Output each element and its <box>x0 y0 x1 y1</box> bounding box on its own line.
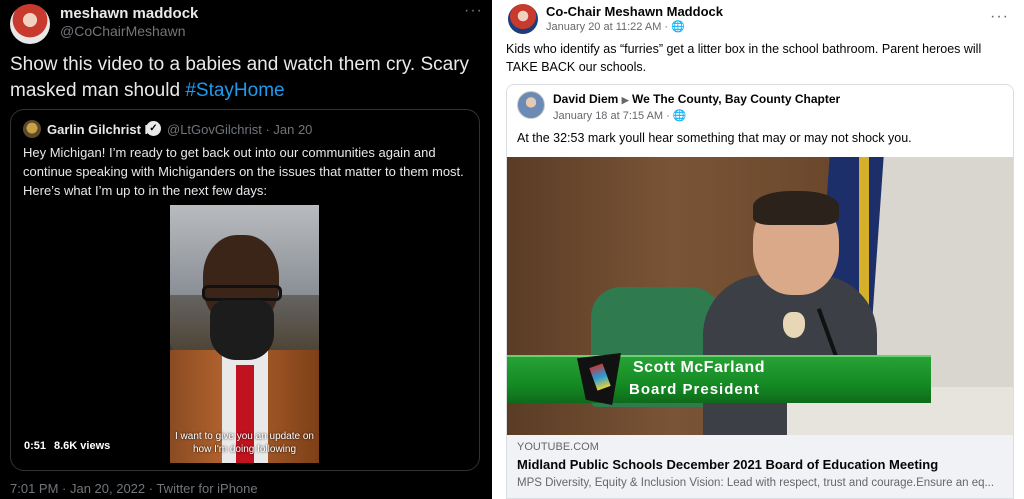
tweet-author-avatar[interactable] <box>10 4 50 44</box>
quoted-author-avatar[interactable] <box>23 120 41 138</box>
link-title[interactable]: Midland Public Schools December 2021 Boa… <box>517 457 938 472</box>
tweet-text: Show this video to a babies and watch th… <box>10 52 480 104</box>
video-glasses <box>202 285 282 301</box>
tweet-timestamp[interactable]: 7:01 PM · Jan 20, 2022 · Twitter for iPh… <box>10 481 258 496</box>
video-thumbnail[interactable]: Scott McFarland Board President <box>507 157 1013 435</box>
shared-post[interactable]: David Diem ▶ We The County, Bay County C… <box>506 84 1014 499</box>
arrow-right-icon: ▶ <box>621 95 629 105</box>
post-author-avatar[interactable] <box>508 4 538 34</box>
video-face-mask <box>210 300 274 360</box>
tweet-author-name[interactable]: meshawn maddock <box>60 5 198 22</box>
tweet-author-handle[interactable]: @CoChairMeshawn <box>60 23 185 39</box>
twitter-post: meshawn maddock @CoChairMeshawn ··· Show… <box>0 0 492 499</box>
link-preview[interactable]: YOUTUBE.COM Midland Public Schools Decem… <box>507 435 1013 498</box>
video-view-count: 8.6K views <box>54 440 111 452</box>
link-description: MPS Diversity, Equity & Inclusion Vision… <box>517 477 995 489</box>
more-options-icon[interactable]: ··· <box>464 2 483 20</box>
shared-post-date[interactable]: January 18 at 7:15 AM · 🌐 <box>553 109 687 122</box>
shared-author-name[interactable]: David Diem <box>553 92 618 106</box>
quoted-author-name[interactable]: Garlin Gilchrist II <box>47 122 152 137</box>
shared-post-text: At the 32:53 mark youll hear something t… <box>517 131 912 145</box>
post-date[interactable]: January 20 at 11:22 AM · 🌐 <box>546 20 685 33</box>
post-author-name[interactable]: Co-Chair Meshawn Maddock <box>546 4 723 19</box>
thumbnail-person-hair <box>753 191 839 225</box>
hashtag-link[interactable]: #StayHome <box>185 80 284 101</box>
verified-badge-icon: ✓ <box>146 121 161 136</box>
video-caption: I want to give you an update on how I'm … <box>175 431 314 455</box>
quoted-tweet-text: Hey Michigan! I’m ready to get back out … <box>23 145 464 198</box>
quoted-author-meta: @LtGovGilchrist · Jan 20 <box>167 122 313 137</box>
lower-third-title: Board President <box>629 381 760 398</box>
video-player[interactable]: I want to give you an update on how I'm … <box>170 205 319 463</box>
shared-author-line: David Diem ▶ We The County, Bay County C… <box>553 92 840 106</box>
video-duration: 0:51 <box>24 440 47 452</box>
lower-third-name: Scott McFarland <box>633 359 765 376</box>
thumbnail-shirt-logo <box>783 312 805 338</box>
more-options-icon[interactable]: ··· <box>990 8 1009 26</box>
facebook-post: Co-Chair Meshawn Maddock January 20 at 1… <box>496 0 1024 499</box>
shared-author-avatar[interactable] <box>517 91 545 119</box>
post-text: Kids who identify as “furries” get a lit… <box>506 42 982 74</box>
shared-group-name[interactable]: We The County, Bay County Chapter <box>632 92 840 106</box>
link-domain: YOUTUBE.COM <box>517 441 599 453</box>
